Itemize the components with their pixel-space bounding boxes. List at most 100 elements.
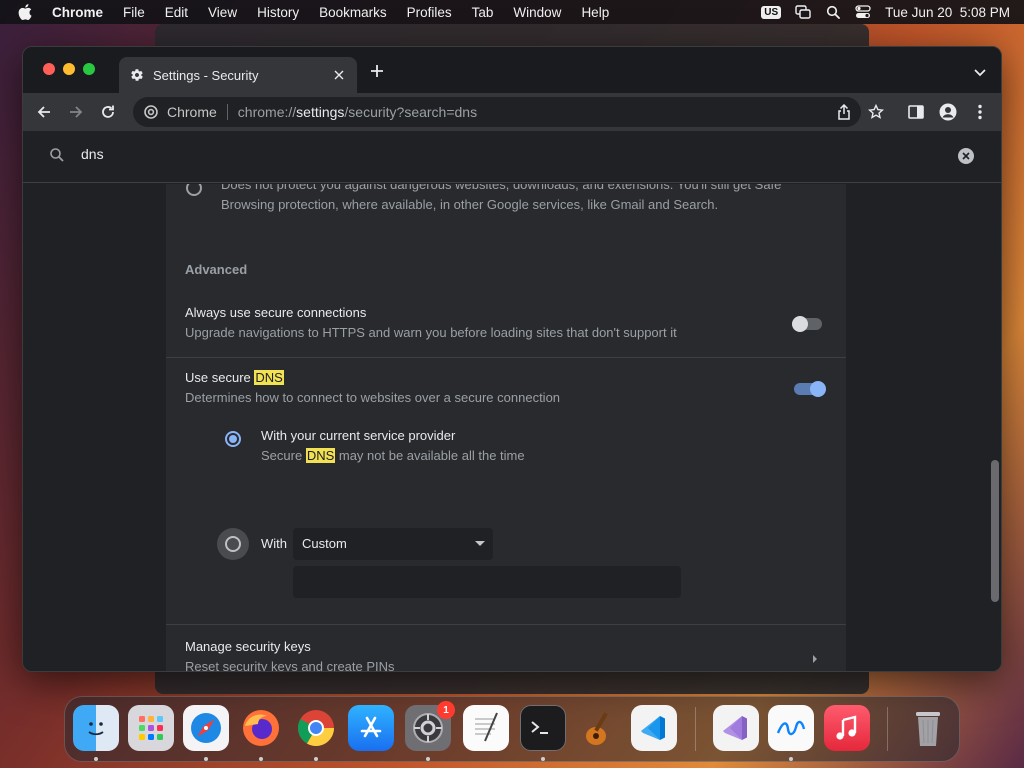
menu-app-name[interactable]: Chrome xyxy=(44,5,113,20)
address-bar[interactable]: Chrome chrome:// settings /security?sear… xyxy=(133,97,861,127)
finder-icon[interactable] xyxy=(73,705,119,751)
dock: 1 xyxy=(64,696,960,762)
toolbar: Chrome chrome:// settings /security?sear… xyxy=(23,93,1001,131)
advanced-heading: Advanced xyxy=(185,262,248,277)
https-desc: Upgrade navigations to HTTPS and warn yo… xyxy=(185,325,677,340)
menu-profiles[interactable]: Profiles xyxy=(397,5,462,20)
launchpad-icon[interactable] xyxy=(128,705,174,751)
settings-notification-badge: 1 xyxy=(437,701,455,719)
textedit-icon[interactable] xyxy=(463,705,509,751)
safe-browsing-desc-line2: Browsing protection, where available, in… xyxy=(221,197,719,212)
garageband-icon[interactable] xyxy=(577,705,623,751)
terminal-running-dot xyxy=(541,757,545,761)
with-label: With xyxy=(261,536,287,551)
security-card: Does not protect you against dangerous w… xyxy=(166,184,846,672)
menu-window[interactable]: Window xyxy=(503,5,571,20)
settings-content: Does not protect you against dangerous w… xyxy=(23,184,1001,672)
current-provider-desc: Secure DNS may not be available all the … xyxy=(261,448,525,463)
trash-icon[interactable] xyxy=(905,705,951,751)
new-tab-icon[interactable] xyxy=(369,63,385,79)
share-icon[interactable] xyxy=(835,103,853,121)
close-window-button[interactable] xyxy=(43,63,55,75)
kebab-menu-icon[interactable] xyxy=(971,103,989,121)
no-protection-radio[interactable] xyxy=(186,184,202,196)
firefox-icon[interactable] xyxy=(238,705,284,751)
bookmark-star-icon[interactable] xyxy=(867,103,885,121)
terminal-icon[interactable] xyxy=(520,705,566,751)
custom-dns-input[interactable] xyxy=(293,566,681,598)
music-icon[interactable] xyxy=(824,705,870,751)
scrollbar[interactable] xyxy=(987,184,1001,671)
menu-bookmarks[interactable]: Bookmarks xyxy=(309,5,397,20)
url-scheme: chrome:// xyxy=(237,104,297,120)
profile-avatar-icon[interactable] xyxy=(939,103,957,121)
menu-clock[interactable]: Tue Jun 20 5:08 PM xyxy=(885,5,1010,20)
close-tab-icon[interactable] xyxy=(331,67,347,83)
back-arrow-icon[interactable] xyxy=(35,103,53,121)
clear-search-icon[interactable] xyxy=(957,147,975,165)
chrome-logo-icon xyxy=(143,104,159,120)
firefox-running-dot xyxy=(259,757,263,761)
control-center-icon[interactable] xyxy=(855,5,871,19)
dropdown-caret-icon xyxy=(475,541,485,546)
chrome-icon[interactable] xyxy=(293,705,339,751)
safari-icon[interactable] xyxy=(183,705,229,751)
dns-provider-select[interactable]: Custom xyxy=(293,528,493,560)
custom-provider-radio[interactable] xyxy=(217,528,249,560)
menu-bar: Chrome File Edit View History Bookmarks … xyxy=(0,0,1024,24)
spotlight-search-icon[interactable] xyxy=(825,5,841,19)
chrome-running-dot xyxy=(314,757,318,761)
tab-strip: Settings - Security xyxy=(23,47,1001,93)
search-highlight: DNS xyxy=(254,370,284,385)
safari-running-dot xyxy=(204,757,208,761)
browser-window: Settings - Security Chrome chrome:// set… xyxy=(22,46,1002,672)
url-host: settings xyxy=(296,104,345,120)
minimize-window-button[interactable] xyxy=(63,63,75,75)
screen-mirroring-icon[interactable] xyxy=(795,5,811,19)
app-store-icon[interactable] xyxy=(348,705,394,751)
chrome-chip-label: Chrome xyxy=(167,104,217,120)
menu-tab[interactable]: Tab xyxy=(462,5,504,20)
current-provider-radio[interactable] xyxy=(225,431,241,447)
search-highlight: DNS xyxy=(305,448,336,463)
gear-icon xyxy=(129,67,145,83)
tab-search-chevron-icon[interactable] xyxy=(973,65,987,77)
current-provider-title: With your current service provider xyxy=(261,428,456,443)
vscode-icon[interactable] xyxy=(631,705,677,751)
settings-running-dot xyxy=(426,757,430,761)
secure-dns-title: Use secure DNS xyxy=(185,370,284,385)
side-panel-icon[interactable] xyxy=(907,103,925,121)
secure-dns-desc: Determines how to connect to websites ov… xyxy=(185,390,561,405)
visual-studio-icon[interactable] xyxy=(713,705,759,751)
row-divider xyxy=(166,624,846,625)
current-provider-desc-post: may not be available all the time xyxy=(335,448,525,463)
menu-view[interactable]: View xyxy=(198,5,247,20)
url-path: /security?search=dns xyxy=(344,104,478,120)
system-settings-icon[interactable]: 1 xyxy=(405,701,455,751)
chevron-right-icon[interactable] xyxy=(812,651,818,669)
secure-dns-title-text: Use secure xyxy=(185,370,255,385)
reload-icon[interactable] xyxy=(99,103,117,121)
settings-search-bar[interactable]: dns xyxy=(23,131,1001,183)
forward-arrow-icon[interactable] xyxy=(67,103,85,121)
freeform-running-dot xyxy=(789,757,793,761)
row-divider xyxy=(166,357,846,358)
menu-file[interactable]: File xyxy=(113,5,155,20)
scrollbar-thumb[interactable] xyxy=(991,460,999,602)
zoom-window-button[interactable] xyxy=(83,63,95,75)
freeform-icon[interactable] xyxy=(768,705,814,751)
apple-menu-icon[interactable] xyxy=(16,3,34,21)
security-keys-desc: Reset security keys and create PINs xyxy=(185,659,395,672)
safe-browsing-desc-line1: Does not protect you against dangerous w… xyxy=(221,184,782,192)
menu-help[interactable]: Help xyxy=(571,5,619,20)
input-source-badge[interactable]: US xyxy=(761,5,782,19)
https-only-toggle[interactable] xyxy=(792,315,824,333)
tab-settings-security[interactable]: Settings - Security xyxy=(119,57,357,93)
current-provider-desc-pre: Secure xyxy=(261,448,306,463)
menu-history[interactable]: History xyxy=(247,5,309,20)
secure-dns-toggle[interactable] xyxy=(794,380,826,398)
omnibox-separator xyxy=(226,104,228,120)
finder-running-dot xyxy=(94,757,98,761)
search-input[interactable]: dns xyxy=(81,146,104,162)
menu-edit[interactable]: Edit xyxy=(155,5,198,20)
